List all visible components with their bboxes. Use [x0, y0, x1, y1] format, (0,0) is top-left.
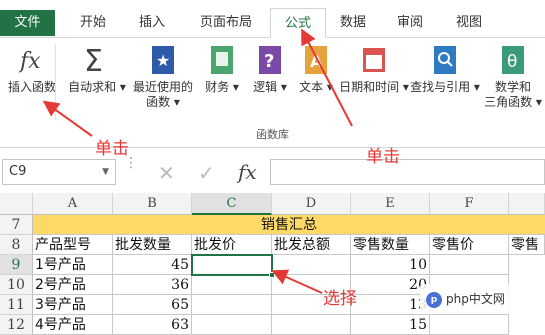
- annotation-arrows: [42, 28, 353, 294]
- watermark: p php中文网: [420, 284, 538, 314]
- arrow-to-cell-c9: [271, 269, 323, 294]
- arrow-to-formulas-tab: [301, 28, 353, 127]
- annotation-select: 选择: [323, 289, 357, 309]
- arrow-to-insert-function: [42, 100, 93, 137]
- annotation-click-1: 单击: [95, 139, 129, 159]
- annotation-click-2: 单击: [366, 147, 400, 167]
- php-logo-icon: p: [426, 292, 442, 308]
